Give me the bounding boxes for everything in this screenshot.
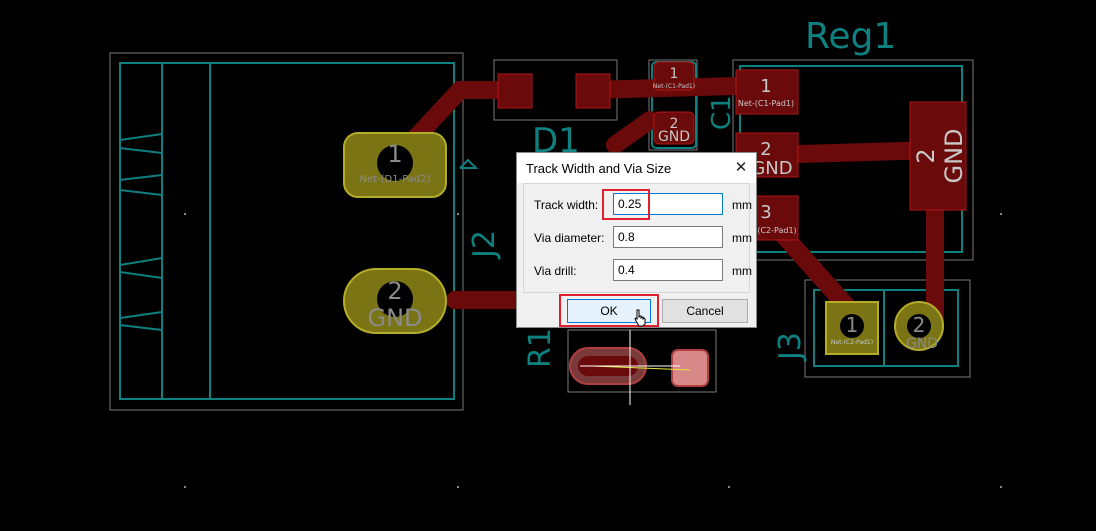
reg-tab-net: GND (940, 128, 968, 183)
reg-tab-number: 2 (912, 148, 940, 163)
reg-pad3-number: 3 (760, 202, 771, 223)
reg-pad3-net: (C2-Pad1) (757, 226, 796, 235)
ref-j3: J3 (773, 332, 808, 362)
ref-r1: R1 (523, 328, 558, 368)
via-drill-unit: mm (732, 264, 752, 278)
reg-pad1-net: Net-(C1-Pad1) (738, 99, 794, 108)
track-width-unit: mm (732, 198, 752, 212)
dialog-titlebar[interactable]: Track Width and Via Size ✕ (517, 153, 756, 183)
c1-pad1-number: 1 (670, 66, 679, 82)
dialog-title: Track Width and Via Size (526, 161, 672, 176)
reg-pad1-number: 1 (760, 76, 771, 97)
j2-pad2-net: GND (367, 304, 422, 332)
j2-outline (119, 62, 479, 400)
j2-pad2-number: 2 (387, 277, 402, 305)
via-diameter-label: Via diameter: (534, 231, 605, 245)
ref-reg1: Reg1 (805, 16, 896, 57)
track-width-input[interactable] (613, 193, 723, 215)
r1-pads (569, 330, 709, 405)
ref-j2: J2 (467, 230, 502, 260)
j2-pad1-number: 1 (387, 140, 402, 168)
dialog-fields: Track width: mm Via diameter: mm Via dri… (523, 183, 752, 293)
via-diameter-input[interactable] (613, 226, 723, 248)
ref-c1: C1 (707, 95, 737, 130)
via-drill-input[interactable] (613, 259, 723, 281)
reg-pad2-net: GND (751, 158, 792, 179)
j3-pad1-number: 1 (846, 313, 859, 337)
j2-pad1-net: Net-(D1-Pad2) (359, 174, 430, 185)
mouse-pointer-icon (634, 309, 646, 327)
track-width-label: Track width: (534, 198, 599, 212)
c1-pad1-net: Net-(C1-Pad1) (653, 83, 695, 90)
c1-pad2-net: GND (658, 129, 690, 145)
via-diameter-unit: mm (732, 231, 752, 245)
cancel-button[interactable]: Cancel (662, 299, 748, 323)
j3-pad2-net: GND (906, 336, 938, 352)
track-via-dialog: Track Width and Via Size ✕ Track width: … (516, 152, 757, 328)
reg-pad2-number: 2 (760, 139, 771, 160)
via-drill-label: Via drill: (534, 264, 577, 278)
j3-pad2-number: 2 (913, 313, 926, 337)
j3-pad1-net: Net-(C2-Pad1) (831, 339, 873, 346)
close-icon[interactable]: ✕ (726, 153, 756, 183)
